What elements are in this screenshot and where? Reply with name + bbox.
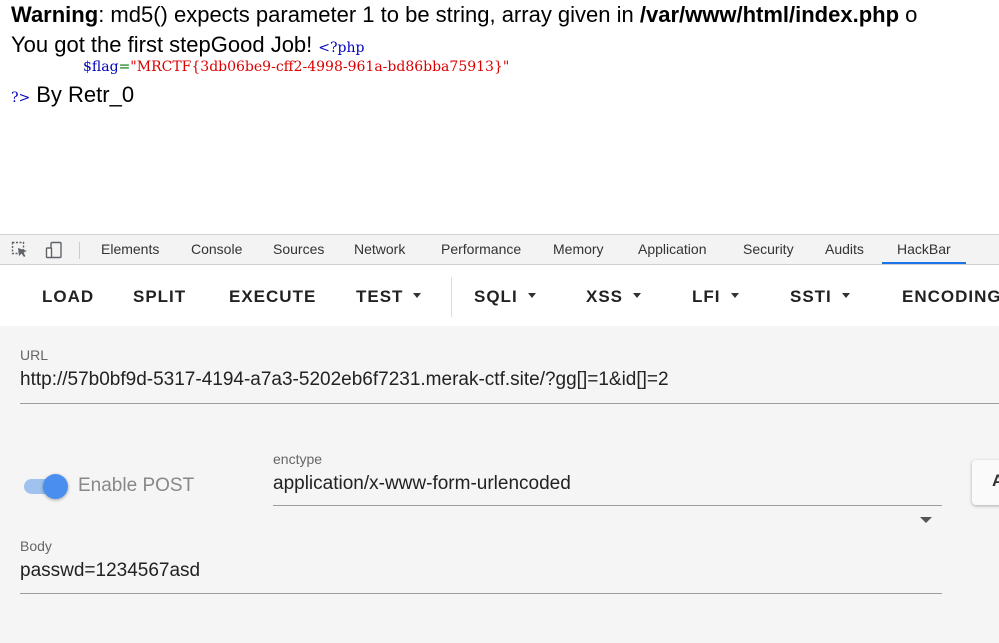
message-line: You got the first stepGood Job! <?php (11, 32, 364, 61)
success-message: You got the first stepGood Job! (11, 32, 313, 57)
php-warning: Warning: md5() expects parameter 1 to be… (11, 2, 917, 28)
tab-application[interactable]: Application (638, 235, 707, 265)
author-line: ?> By Retr_0 (11, 82, 134, 111)
toggle-thumb (43, 474, 68, 499)
sqli-label: SQLI (474, 287, 518, 306)
tab-memory[interactable]: Memory (553, 235, 604, 265)
device-toolbar-icon[interactable] (45, 241, 63, 259)
flag-source-line: $flag="MRCTF{3db06be9-cff2-4998-961a-bd8… (83, 59, 509, 75)
tab-sources[interactable]: Sources (273, 235, 324, 265)
body-label: Body (20, 538, 52, 554)
active-tab-indicator (882, 262, 966, 264)
body-input[interactable]: passwd=1234567asd (20, 560, 200, 582)
chevron-down-icon (527, 293, 536, 299)
url-underline (20, 403, 999, 404)
warning-text: : md5() expects parameter 1 to be string… (98, 2, 640, 27)
url-input[interactable]: http://57b0bf9d-5317-4194-a7a3-5202eb6f7… (20, 369, 669, 391)
php-open-tag: <?php (318, 40, 365, 56)
url-label: URL (20, 347, 49, 363)
tab-audits[interactable]: Audits (825, 235, 864, 265)
sqli-menu-button[interactable]: SQLI (474, 277, 536, 317)
author-text: By Retr_0 (36, 82, 135, 107)
tab-elements[interactable]: Elements (101, 235, 159, 265)
dropdown-arrow-icon[interactable] (920, 517, 932, 523)
page-output: Warning: md5() expects parameter 1 to be… (0, 0, 999, 234)
side-action-label: A (992, 471, 999, 490)
hackbar-form: URL http://57b0bf9d-5317-4194-a7a3-5202e… (0, 326, 999, 643)
tab-security[interactable]: Security (743, 235, 794, 265)
flag-variable: $flag (83, 59, 119, 75)
ssti-label: SSTI (790, 287, 832, 306)
load-button[interactable]: LOAD (42, 277, 94, 317)
xss-menu-button[interactable]: XSS (586, 277, 642, 317)
lfi-label: LFI (692, 287, 721, 306)
flag-value: "MRCTF{3db06be9-cff2-4998-961a-bd86bba75… (130, 59, 510, 75)
enctype-label: enctype (273, 451, 323, 467)
test-menu-button[interactable]: TEST (356, 277, 422, 317)
side-action-button[interactable]: A (972, 460, 999, 505)
tab-network[interactable]: Network (354, 235, 405, 265)
flag-equals: = (118, 59, 131, 75)
tab-separator (79, 242, 80, 259)
toolbar-separator (451, 277, 452, 317)
chevron-down-icon (841, 293, 850, 299)
tab-performance[interactable]: Performance (441, 235, 521, 265)
warning-label: Warning (11, 2, 99, 27)
enctype-select[interactable]: application/x-www-form-urlencoded (273, 473, 571, 495)
enctype-underline (273, 505, 942, 506)
body-underline (20, 593, 942, 594)
test-label: TEST (356, 287, 404, 306)
php-close-tag: ?> (11, 90, 31, 106)
encoding-menu-button[interactable]: ENCODING (902, 277, 999, 317)
split-button[interactable]: SPLIT (133, 277, 186, 317)
chevron-down-icon (413, 293, 422, 299)
chevron-down-icon (633, 293, 642, 299)
tab-hackbar[interactable]: HackBar (897, 235, 951, 265)
execute-button[interactable]: EXECUTE (229, 277, 316, 317)
inspect-element-icon[interactable] (11, 241, 29, 259)
lfi-menu-button[interactable]: LFI (692, 277, 739, 317)
hackbar-toolbar: LOAD SPLIT EXECUTE TEST SQLI XSS LFI SST… (0, 265, 999, 326)
devtools-tab-bar: Elements Console Sources Network Perform… (0, 234, 999, 265)
warning-path: /var/www/html/index.php (639, 2, 900, 27)
ssti-menu-button[interactable]: SSTI (790, 277, 850, 317)
enable-post-label: Enable POST (78, 475, 195, 496)
devtools-panel: Elements Console Sources Network Perform… (0, 234, 999, 643)
warning-tail: o (899, 2, 918, 27)
xss-label: XSS (586, 287, 624, 306)
tab-console[interactable]: Console (191, 235, 242, 265)
chevron-down-icon (730, 293, 739, 299)
enable-post-toggle[interactable] (22, 472, 70, 500)
